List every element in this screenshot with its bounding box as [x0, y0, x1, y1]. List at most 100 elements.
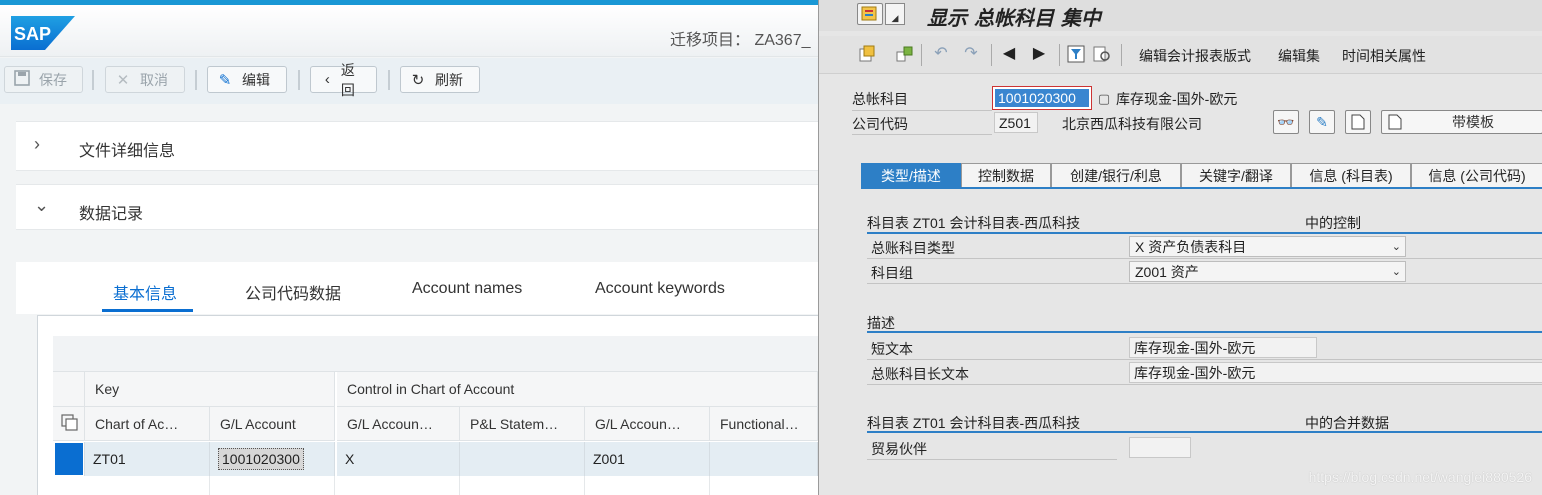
- matchcode-icon[interactable]: ▢: [1094, 89, 1114, 109]
- tab-type-description[interactable]: 类型/描述: [861, 163, 961, 187]
- gl-account-label: 总帐科目: [852, 91, 908, 107]
- toolbar-separator: [991, 44, 992, 66]
- create-document-icon[interactable]: [1345, 110, 1371, 134]
- record-tabs: 基本信息 公司代码数据 Account names Account keywor…: [16, 262, 818, 314]
- data-records-title: 数据记录: [79, 206, 144, 223]
- control-section-title-right: 中的控制: [1305, 215, 1361, 231]
- template-document-icon: [1388, 114, 1402, 130]
- toolbar-separator: [195, 70, 197, 90]
- fiori-app: SAP 迁移项目： ZA367_ 保存 ✕ 取消 ✎ 编辑 ‹ 返回 ↻ 刷新 › 文件…: [0, 0, 818, 495]
- tab-info-chart-of-accounts[interactable]: 信息 (科目表): [1291, 163, 1411, 187]
- short-text-label: 短文本: [871, 341, 913, 357]
- long-text-label: 总账科目长文本: [871, 366, 969, 382]
- refresh-icon: ↻: [411, 71, 425, 89]
- sap-logo-icon: SAP: [11, 16, 75, 50]
- account-group-select[interactable]: Z001 资产 ⌄: [1129, 261, 1406, 282]
- chevron-down-icon: ⌄: [34, 195, 50, 215]
- column-group-control: Control in Chart of Account: [337, 372, 818, 407]
- switch-display-change-icon[interactable]: [857, 44, 877, 64]
- gl-account-value: 1001020300: [995, 89, 1089, 107]
- table-cell-gl-account[interactable]: 1001020300: [210, 442, 335, 476]
- consolidation-section-title-right: 中的合并数据: [1305, 415, 1389, 431]
- row-divider: [867, 384, 1542, 385]
- row-divider: [867, 359, 1542, 360]
- description-section-title: 描述: [867, 315, 895, 331]
- pencil-icon[interactable]: ✎: [1309, 110, 1335, 134]
- next-entry-icon[interactable]: ▶: [1029, 44, 1049, 64]
- menu-dropdown-icon[interactable]: ◢: [885, 3, 905, 25]
- tab-account-names[interactable]: Account names: [412, 280, 522, 298]
- toolbar-separator: [388, 70, 390, 90]
- section-divider: [867, 331, 1542, 333]
- chevron-right-icon: ›: [34, 134, 40, 154]
- tab-keyword-translation[interactable]: 关键字/翻译: [1181, 163, 1291, 187]
- column-group-key: Key: [85, 372, 335, 407]
- table-toolbar: [53, 336, 818, 372]
- file-details-panel[interactable]: › 文件详细信息: [16, 121, 818, 171]
- tab-info-company-code[interactable]: 信息 (公司代码): [1411, 163, 1542, 187]
- row-selected-marker[interactable]: [55, 443, 83, 475]
- row-divider: [867, 258, 1542, 259]
- col-gl-account-group[interactable]: G/L Accoun…: [585, 407, 710, 441]
- save-button[interactable]: 保存: [4, 66, 83, 93]
- tab-create-bank-interest[interactable]: 创建/银行/利息: [1051, 163, 1181, 187]
- company-code-label: 公司代码: [852, 116, 908, 132]
- edit-button[interactable]: ✎ 编辑: [207, 66, 287, 93]
- chevron-down-icon: ⌄: [1391, 241, 1401, 253]
- table-cell: [460, 442, 585, 476]
- glasses-icon[interactable]: 👓: [1273, 110, 1299, 134]
- account-type-select[interactable]: X 资产负债表科目 ⌄: [1129, 236, 1406, 257]
- col-chart-of-accounts[interactable]: Chart of Ac…: [85, 407, 210, 441]
- table-cell: ZT01: [85, 442, 210, 476]
- tab-account-keywords[interactable]: Account keywords: [595, 280, 725, 298]
- company-code-input[interactable]: Z501: [994, 112, 1038, 133]
- empty-cell: [460, 476, 585, 495]
- previous-entry-icon[interactable]: ◀: [999, 44, 1019, 64]
- undo-icon[interactable]: ↶: [931, 44, 951, 64]
- sapgui-window: ◢ 显示 总帐科目 集中 ↶ ↷ ◀ ▶ 编辑会计报表版式 编辑集 时间相关属性…: [818, 0, 1542, 495]
- action-toolbar: 保存 ✕ 取消 ✎ 编辑 ‹ 返回 ↻ 刷新: [0, 58, 818, 104]
- chevron-left-icon: ‹: [324, 71, 330, 88]
- edit-report-format-button[interactable]: 编辑会计报表版式: [1139, 46, 1251, 66]
- field-underline: [852, 110, 992, 111]
- col-functional-area[interactable]: Functional…: [710, 407, 818, 441]
- filter-icon[interactable]: [1066, 44, 1086, 64]
- brand-text: SAP: [14, 24, 51, 44]
- tabstrip: 类型/描述 控制数据 创建/银行/利息 关键字/翻译 信息 (科目表) 信息 (…: [861, 163, 1542, 187]
- edit-set-button[interactable]: 编辑集: [1278, 46, 1320, 66]
- back-button[interactable]: ‹ 返回: [310, 62, 377, 98]
- account-type-label: 总账科目类型: [871, 240, 955, 256]
- company-name: 北京西瓜科技有限公司: [1062, 116, 1202, 132]
- refresh-button[interactable]: ↻ 刷新: [400, 66, 480, 93]
- other-object-icon[interactable]: [895, 44, 915, 64]
- trading-partner-field[interactable]: [1129, 437, 1191, 458]
- field-underline: [852, 134, 992, 135]
- copy-icon[interactable]: [61, 414, 79, 432]
- row-divider: [867, 459, 1117, 460]
- where-used-icon[interactable]: [1092, 44, 1112, 64]
- system-menu-icon[interactable]: [857, 3, 883, 25]
- data-records-panel[interactable]: ⌄ 数据记录: [16, 184, 818, 230]
- cancel-button[interactable]: ✕ 取消: [105, 66, 185, 93]
- selector-header: [53, 372, 85, 407]
- with-template-button[interactable]: 带模板: [1381, 110, 1542, 134]
- tab-basic-info[interactable]: 基本信息: [113, 280, 177, 304]
- chevron-down-icon: ⌄: [1391, 266, 1401, 278]
- col-pl-statement[interactable]: P&L Statem…: [460, 407, 585, 441]
- gl-account-description: 库存现金-国外-欧元: [1116, 91, 1238, 107]
- empty-cell: [337, 476, 460, 495]
- redo-icon[interactable]: ↷: [961, 44, 981, 64]
- long-text-field[interactable]: 库存现金-国外-欧元: [1129, 362, 1542, 383]
- toolbar-separator: [1121, 44, 1122, 66]
- table-cell: [710, 442, 818, 476]
- col-gl-account[interactable]: G/L Account: [210, 407, 335, 441]
- title-bar: ◢ 显示 总帐科目 集中: [819, 0, 1542, 31]
- time-dependent-attributes-button[interactable]: 时间相关属性: [1342, 46, 1426, 66]
- col-gl-account-type[interactable]: G/L Accoun…: [337, 407, 460, 441]
- short-text-field[interactable]: 库存现金-国外-欧元: [1129, 337, 1317, 358]
- toolbar-separator: [921, 44, 922, 66]
- migration-project-label: 迁移项目： ZA367_: [670, 32, 811, 49]
- gl-account-input[interactable]: 1001020300: [992, 86, 1092, 110]
- tab-company-code-data[interactable]: 公司代码数据: [245, 280, 341, 304]
- tab-control-data[interactable]: 控制数据: [961, 163, 1051, 187]
